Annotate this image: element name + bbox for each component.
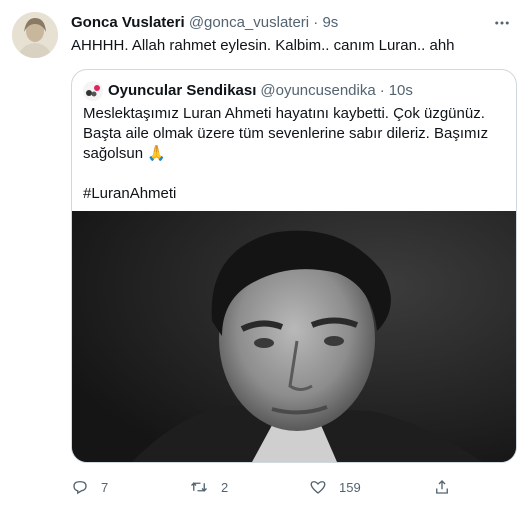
- tweet-actions: 7 2 159: [71, 477, 471, 497]
- quoted-header-separator: ·: [379, 82, 385, 99]
- like-icon: [310, 481, 326, 494]
- quoted-text-line: Başta aile olmak üzere tüm sevenlerine s…: [83, 125, 489, 142]
- header-separator: ·: [313, 14, 319, 31]
- quoted-tweet-time[interactable]: 10s: [389, 81, 413, 101]
- like-count: 159: [339, 479, 361, 495]
- retweet-button[interactable]: 2: [189, 477, 228, 497]
- more-button[interactable]: [490, 11, 514, 35]
- retweet-icon: [191, 482, 207, 492]
- quoted-tweet-header: Oyuncular Sendikası @oyuncusendika · 10s: [83, 81, 413, 101]
- reply-button[interactable]: 7: [71, 477, 108, 497]
- author-name[interactable]: Gonca Vuslateri: [71, 14, 185, 31]
- author-handle[interactable]: @gonca_vuslateri: [189, 14, 309, 31]
- tweet-header: Gonca Vuslateri @gonca_vuslateri · 9s: [71, 13, 510, 33]
- tweet-text: AHHHH. Allah rahmet eylesin. Kalbim.. ca…: [71, 37, 455, 54]
- tweet-time[interactable]: 9s: [322, 14, 338, 31]
- quoted-text-line: sağolsun 🙏: [83, 145, 166, 162]
- share-button[interactable]: [433, 477, 451, 497]
- quoted-tweet[interactable]: Oyuncular Sendikası @oyuncusendika · 10s…: [71, 69, 517, 463]
- share-icon: [436, 480, 448, 494]
- retweet-count: 2: [221, 479, 229, 495]
- quoted-author-name[interactable]: Oyuncular Sendikası: [108, 81, 256, 101]
- reply-icon: [73, 481, 87, 495]
- tweet[interactable]: Gonca Vuslateri @gonca_vuslateri · 9s AH…: [0, 0, 526, 506]
- quoted-tweet-text: Meslektaşımız Luran Ahmeti hayatını kayb…: [83, 104, 508, 204]
- reply-count: 7: [101, 479, 109, 495]
- author-avatar[interactable]: [12, 12, 58, 58]
- quoted-photo[interactable]: [72, 211, 516, 462]
- like-button[interactable]: 159: [309, 477, 361, 497]
- quoted-author-avatar[interactable]: [83, 81, 103, 101]
- quoted-author-handle[interactable]: @oyuncusendika: [260, 81, 375, 101]
- quoted-text-line: Meslektaşımız Luran Ahmeti hayatını kayb…: [83, 105, 485, 122]
- more-icon: [495, 21, 509, 25]
- hashtag-link[interactable]: #LuranAhmeti: [83, 184, 508, 204]
